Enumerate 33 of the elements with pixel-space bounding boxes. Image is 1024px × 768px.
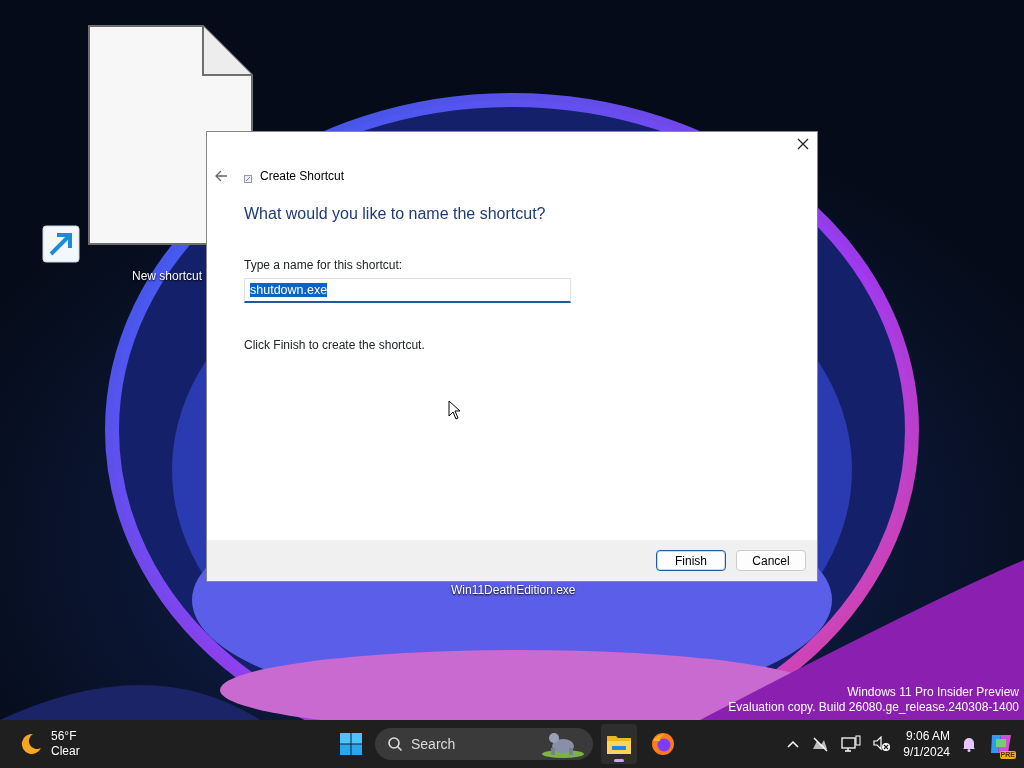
start-icon[interactable] [339, 732, 363, 756]
folder-icon [606, 733, 632, 755]
search-field[interactable]: Search [375, 728, 593, 760]
temperature[interactable]: 56°F [51, 729, 80, 744]
shortcut-icon [244, 175, 252, 183]
search-icon [387, 736, 403, 752]
instruction-text: Click Finish to create the shortcut. [244, 337, 426, 354]
cancel-button[interactable]: Cancel [736, 550, 806, 571]
edition-notice: Evaluation copy. Build 26080.ge_release.240308-1400 [728, 700, 1019, 715]
search-placeholder: Search [411, 734, 457, 754]
clock-date[interactable]: 9/1/2024 [903, 744, 950, 760]
finish-button[interactable]: Finish [656, 550, 726, 571]
cursor-icon [448, 400, 461, 420]
running-indicator [614, 759, 624, 762]
network-icon[interactable] [841, 735, 862, 753]
clock-time[interactable]: 9:06 AM [903, 728, 950, 744]
close-icon[interactable] [797, 138, 809, 150]
icon-label[interactable]: Win11DeathEdition.exe [451, 581, 576, 599]
network-off-icon[interactable] [811, 736, 830, 752]
moon-icon[interactable] [19, 732, 43, 756]
weather-condition[interactable]: Clear [51, 744, 80, 759]
dialog-title: Create Shortcut [260, 168, 345, 185]
dialog-heading: What would you like to name the shortcut? [244, 204, 547, 224]
folder-icon-button[interactable] [601, 724, 637, 764]
name-field[interactable]: shutdown.exe [244, 278, 571, 303]
mute-icon[interactable] [873, 736, 892, 752]
bell-icon[interactable] [962, 736, 976, 752]
chevron-up-icon[interactable] [787, 740, 800, 748]
edition-notice: Windows 11 Pro Insider Preview [846, 685, 1019, 700]
gorilla-icon [541, 730, 585, 758]
field-label: Type a name for this shortcut: [244, 257, 404, 274]
back-arrow-icon[interactable] [214, 170, 228, 182]
firefox-icon [651, 732, 675, 756]
